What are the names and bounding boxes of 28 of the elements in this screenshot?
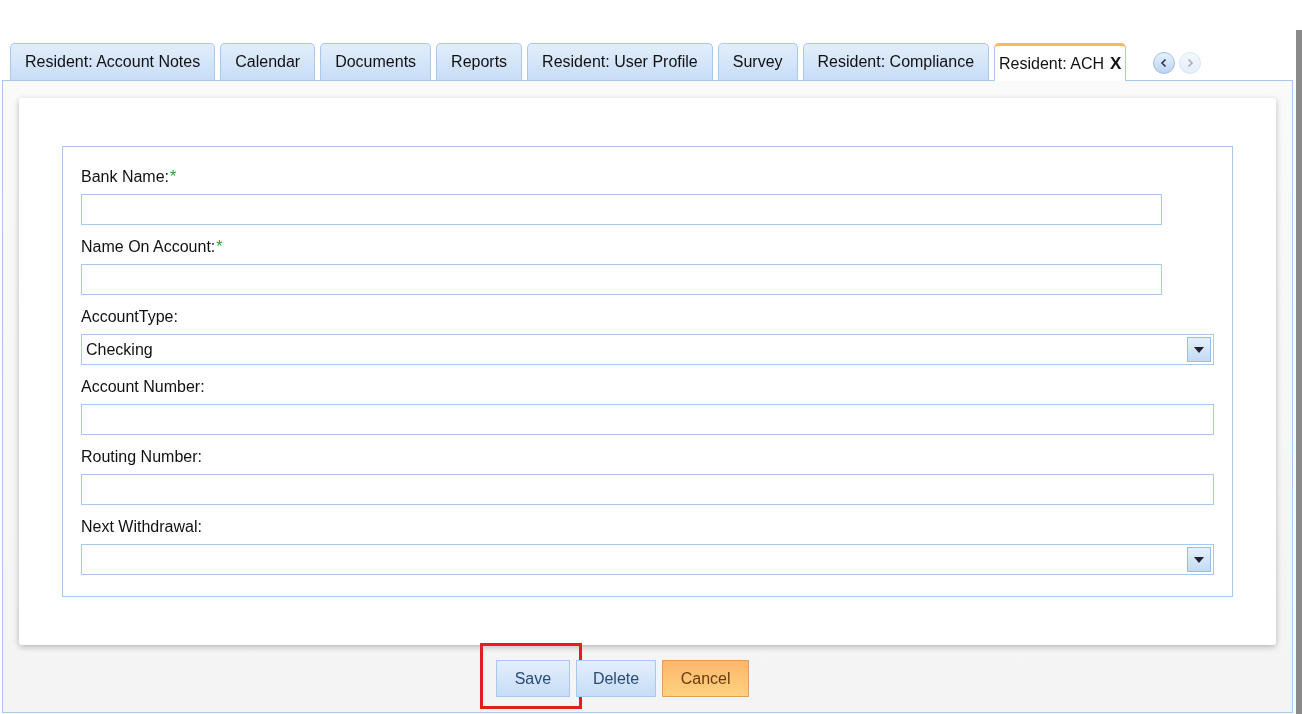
text-input[interactable] — [81, 264, 1162, 295]
tab[interactable]: Resident: ACH X — [994, 43, 1127, 81]
tab[interactable]: Documents — [320, 43, 432, 80]
scrollbar[interactable] — [1296, 30, 1302, 714]
dropdown[interactable]: Checking — [81, 334, 1214, 365]
tab[interactable]: Survey — [717, 43, 798, 80]
field-label: Account Number: — [81, 378, 205, 395]
text-input[interactable] — [81, 194, 1162, 225]
chevron-right-icon — [1185, 58, 1196, 68]
action-button[interactable]: Delete — [575, 660, 657, 697]
text-input[interactable] — [81, 474, 1214, 505]
scroll-left-button[interactable] — [1153, 52, 1176, 74]
field-label: Bank Name: — [81, 168, 170, 185]
text-input[interactable] — [81, 404, 1214, 435]
tab[interactable]: Resident: User Profile — [527, 43, 713, 80]
required-mark: * — [170, 168, 177, 185]
cancel-button[interactable]: Cancel — [662, 660, 750, 697]
field-label: AccountType: — [81, 308, 178, 325]
tab[interactable]: Resident: Compliance — [802, 43, 990, 80]
field-label: Name On Account: — [81, 238, 216, 255]
close-tab-button[interactable]: X — [1110, 53, 1122, 74]
action-button[interactable]: Save — [495, 660, 570, 697]
field-label: Routing Number: — [81, 448, 202, 465]
tab[interactable]: Calendar — [220, 43, 316, 80]
field-label: Next Withdrawal: — [81, 518, 202, 535]
tab[interactable]: Resident: Account Notes — [10, 43, 216, 80]
tab[interactable]: Reports — [436, 43, 523, 80]
required-mark: * — [216, 238, 223, 255]
